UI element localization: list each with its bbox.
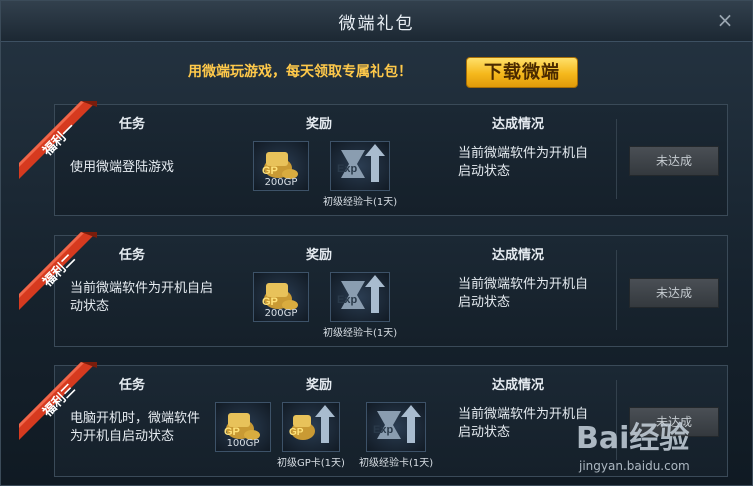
dialog-title: 微端礼包 bbox=[338, 14, 415, 34]
gp-card-icon: GP bbox=[281, 402, 340, 452]
reward-item[interactable]: GP 200GP bbox=[253, 141, 309, 191]
column-divider bbox=[616, 119, 617, 199]
reward-caption: 初级GP卡(1天) bbox=[277, 458, 345, 469]
reward-item[interactable]: Exp 初级经验卡(1天) bbox=[323, 272, 397, 339]
reward-caption: 初级经验卡(1天) bbox=[323, 197, 398, 208]
header-status: 达成情况 bbox=[492, 117, 545, 132]
header-reward: 奖励 bbox=[306, 117, 333, 132]
reward-item[interactable]: GP 初级GP卡(1天) bbox=[277, 402, 345, 469]
task-description: 使用微端登陆游戏 bbox=[70, 160, 175, 175]
promo-text: 用微端玩游戏，每天领取专属礼包！ bbox=[188, 64, 412, 80]
header-reward: 奖励 bbox=[306, 248, 333, 263]
reward-caption: 200GP bbox=[264, 177, 298, 188]
reward-caption: 200GP bbox=[264, 308, 298, 319]
status-description: 当前微端软件为开机自启动状态 bbox=[458, 277, 589, 310]
header-status: 达成情况 bbox=[492, 378, 545, 393]
svg-text:GP: GP bbox=[224, 426, 240, 438]
welfare-panel-2: 福利二 任务 奖励 达成情况 当前微端软件为开机自启动状态 GP 200GP E… bbox=[19, 232, 728, 347]
exp-card-icon: Exp bbox=[366, 402, 427, 452]
svg-text:Exp: Exp bbox=[373, 424, 393, 436]
status-button[interactable]: 未达成 bbox=[629, 278, 719, 308]
reward-item[interactable]: GP 100GP bbox=[215, 402, 271, 452]
exp-card-icon: Exp bbox=[330, 272, 391, 322]
svg-text:Exp: Exp bbox=[337, 163, 357, 175]
task-description: 当前微端软件为开机自启动状态 bbox=[70, 281, 214, 314]
exp-card-icon: Exp bbox=[330, 141, 391, 191]
status-button[interactable]: 未达成 bbox=[629, 146, 719, 176]
reward-item[interactable]: Exp 初级经验卡(1天) bbox=[359, 402, 433, 469]
close-icon[interactable]: × bbox=[716, 10, 734, 30]
reward-caption: 初级经验卡(1天) bbox=[323, 328, 398, 339]
baidu-watermark: Bai经验 jingyan.baidu.com bbox=[576, 413, 690, 473]
header-status: 达成情况 bbox=[492, 248, 545, 263]
watermark-url: jingyan.baidu.com bbox=[579, 459, 690, 473]
reward-item[interactable]: GP 200GP bbox=[253, 272, 309, 322]
svg-text:GP: GP bbox=[262, 165, 278, 177]
column-divider bbox=[616, 250, 617, 330]
svg-text:GP: GP bbox=[289, 427, 304, 438]
svg-text:GP: GP bbox=[262, 296, 278, 308]
reward-caption: 初级经验卡(1天) bbox=[359, 458, 434, 469]
title-bar: 微端礼包 × bbox=[1, 1, 752, 42]
header-task: 任务 bbox=[119, 248, 146, 263]
header-reward: 奖励 bbox=[306, 378, 333, 393]
watermark-logo: Bai经验 bbox=[576, 421, 690, 456]
download-client-button[interactable]: 下载微端 bbox=[466, 57, 578, 88]
status-description: 当前微端软件为开机自启动状态 bbox=[458, 146, 589, 179]
reward-item[interactable]: Exp 初级经验卡(1天) bbox=[323, 141, 397, 208]
task-description: 电脑开机时，微端软件为开机自启动状态 bbox=[70, 411, 201, 444]
welfare-panel-1: 福利一 任务 奖励 达成情况 使用微端登陆游戏 GP 200GP Exp 初级经… bbox=[19, 101, 728, 216]
header-task: 任务 bbox=[119, 378, 146, 393]
gift-dialog: 微端礼包 × 用微端玩游戏，每天领取专属礼包！ 下载微端 福利一 任务 奖励 达… bbox=[0, 0, 753, 486]
svg-text:Exp: Exp bbox=[337, 294, 357, 306]
header-task: 任务 bbox=[119, 117, 146, 132]
reward-caption: 100GP bbox=[226, 438, 260, 449]
